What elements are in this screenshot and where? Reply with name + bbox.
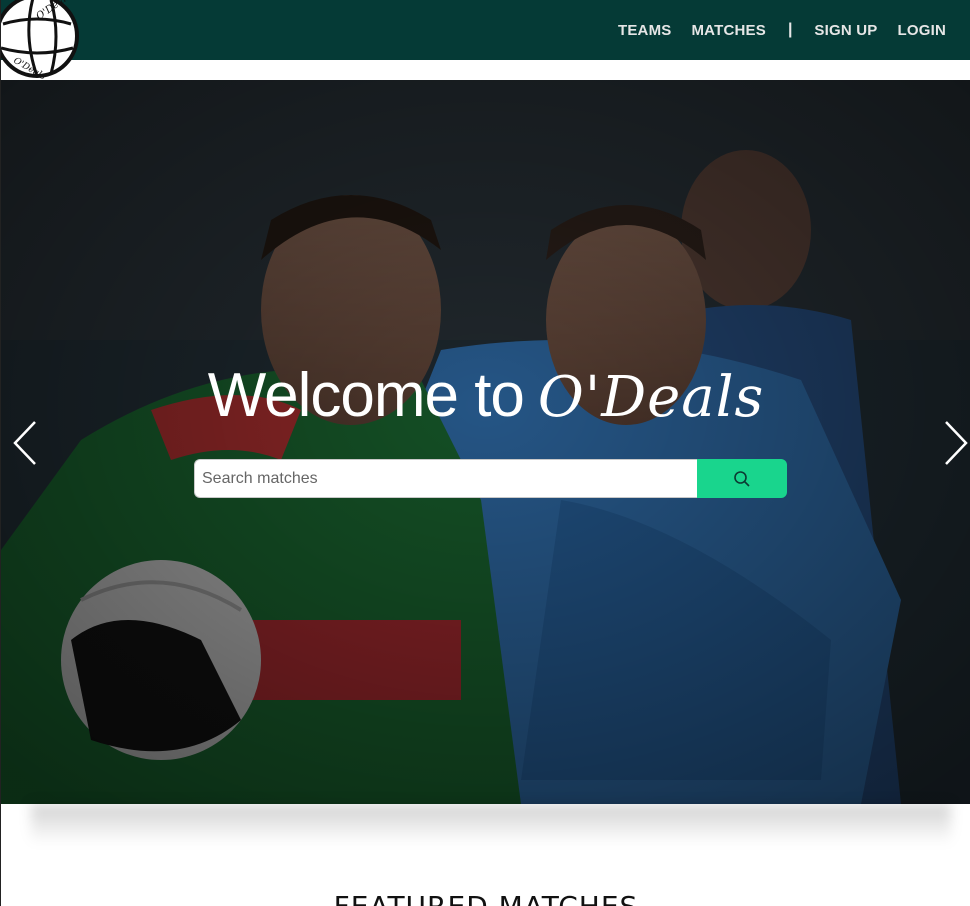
hero-shadow (31, 804, 951, 844)
nav-signup-link[interactable]: SIGN UP (814, 22, 877, 39)
hero-background-photo (1, 80, 970, 804)
top-navbar: TEAMS MATCHES | SIGN UP LOGIN (1, 0, 970, 60)
hero-welcome-text: Welcome to (207, 361, 525, 430)
chevron-right-icon[interactable] (940, 420, 970, 466)
search-icon (734, 470, 750, 487)
nav-teams-link[interactable]: TEAMS (618, 22, 672, 39)
nav-login-link[interactable]: LOGIN (898, 22, 947, 39)
featured-matches-heading: FEATURED MATCHES (1, 890, 970, 906)
page: TEAMS MATCHES | SIGN UP LOGIN O'Deals O'… (0, 0, 970, 906)
nav-separator: | (787, 21, 793, 38)
hero-carousel: Welcome to O'Deals (1, 80, 970, 804)
nav-links: TEAMS MATCHES | SIGN UP LOGIN (618, 0, 946, 60)
chevron-left-icon[interactable] (11, 420, 41, 466)
search-button[interactable] (697, 459, 787, 498)
search-bar (194, 459, 787, 498)
hero-brand-text: O'Deals (537, 365, 765, 430)
nav-matches-link[interactable]: MATCHES (691, 22, 765, 39)
search-input[interactable] (194, 459, 697, 498)
gaelic-football-logo-icon[interactable]: O'Deals O'Deals (0, 0, 81, 82)
hero-title: Welcome to O'Deals (1, 355, 970, 438)
